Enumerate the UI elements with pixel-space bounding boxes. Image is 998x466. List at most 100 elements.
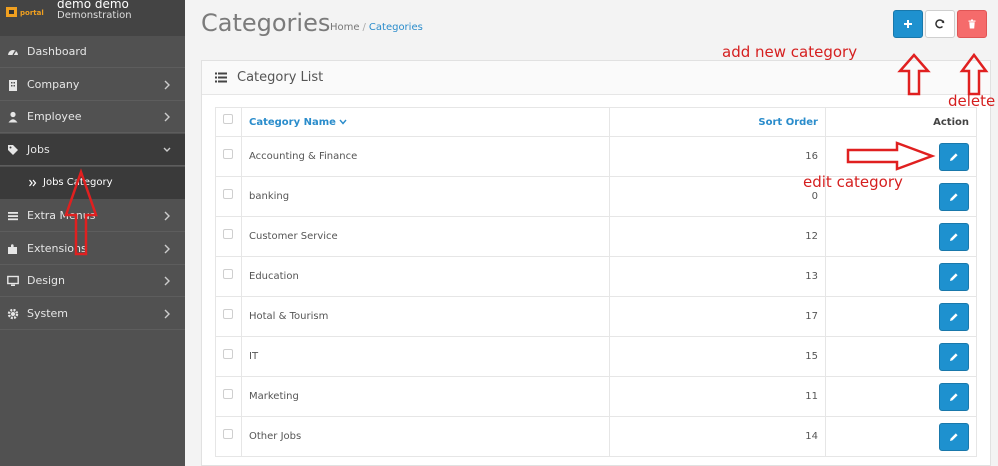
page-title: Categories [201, 9, 331, 37]
table-row: Accounting & Finance 16 [215, 136, 977, 177]
category-table: Category Name Sort Order Action Accounti… [215, 107, 977, 457]
plus-icon [904, 20, 912, 28]
building-icon [9, 80, 17, 91]
annotation-add-new-category: add new category [722, 43, 858, 61]
trash-icon [968, 19, 976, 29]
edit-category-button[interactable] [939, 302, 969, 331]
column-header-sort-order[interactable]: Sort Order [609, 107, 826, 137]
category-name-cell: Hotal & Tourism [241, 296, 610, 337]
refresh-icon [935, 19, 945, 29]
sort-order-cell: 11 [609, 376, 826, 417]
table-row: Marketing 11 [215, 376, 977, 417]
row-checkbox[interactable] [223, 428, 233, 439]
pencil-icon [950, 312, 958, 321]
list-icon [215, 72, 227, 83]
category-name-cell: Customer Service [241, 216, 610, 257]
row-select-cell [215, 256, 242, 297]
user-icon [8, 111, 18, 123]
row-checkbox[interactable] [223, 268, 233, 279]
table-row: Hotal & Tourism 17 [215, 296, 977, 337]
row-select-cell [215, 336, 242, 377]
sort-caret-icon [339, 119, 347, 125]
pencil-icon [950, 272, 958, 281]
sidebar-item-extra-menus[interactable]: Extra Menus [0, 200, 185, 232]
sidebar: portal demo demo Demonstration Dashboard… [0, 0, 185, 466]
chevron-right-icon [164, 211, 170, 221]
pencil-icon [950, 432, 958, 441]
row-checkbox[interactable] [223, 148, 233, 159]
annotation-delete: delete [948, 92, 996, 110]
sidebar-item-label: Design [27, 274, 65, 287]
edit-category-button[interactable] [939, 382, 969, 411]
chevron-right-icon [164, 80, 170, 90]
action-cell [825, 296, 977, 337]
row-select-cell [215, 216, 242, 257]
row-checkbox[interactable] [223, 188, 233, 199]
sidebar-item-jobs[interactable]: Jobs [0, 134, 185, 166]
panel-title: Category List [237, 70, 324, 85]
row-checkbox[interactable] [223, 308, 233, 319]
sort-order-cell: 12 [609, 216, 826, 257]
sidebar-item-system[interactable]: System [0, 298, 185, 330]
bars-icon [8, 212, 18, 221]
sidebar-item-label: Employee [27, 110, 82, 123]
desktop-icon [7, 275, 19, 286]
edit-category-button[interactable] [939, 422, 969, 451]
row-checkbox[interactable] [223, 228, 233, 239]
breadcrumb-categories-link[interactable]: Categories [369, 22, 423, 33]
delete-button[interactable] [957, 10, 987, 38]
action-cell [825, 256, 977, 297]
svg-text:portal: portal [20, 9, 44, 17]
row-select-cell [215, 296, 242, 337]
sidebar-item-label: Company [27, 78, 80, 91]
sort-order-cell: 16 [609, 136, 826, 177]
pencil-icon [950, 192, 958, 201]
sort-order-cell: 14 [609, 416, 826, 457]
action-cell [825, 416, 977, 457]
sidebar-subitem-jobs-category[interactable]: Jobs Category [0, 167, 185, 199]
add-category-button[interactable] [893, 10, 923, 38]
sidebar-item-label: Dashboard [27, 45, 87, 58]
double-chevron-right-icon [29, 179, 37, 187]
sort-order-cell: 17 [609, 296, 826, 337]
row-select-cell [215, 176, 242, 217]
table-row: IT 15 [215, 336, 977, 377]
sort-order-cell: 13 [609, 256, 826, 297]
select-all-checkbox[interactable] [223, 114, 233, 124]
row-select-cell [215, 416, 242, 457]
refresh-button[interactable] [925, 10, 955, 38]
pencil-icon [950, 152, 958, 161]
breadcrumb-home-link[interactable]: Home [330, 22, 360, 33]
user-role: Demonstration [57, 10, 132, 21]
sort-order-cell: 15 [609, 336, 826, 377]
category-name-cell: Education [241, 256, 610, 297]
sidebar-item-label: System [27, 307, 69, 320]
row-checkbox[interactable] [223, 348, 233, 359]
dashboard-icon [8, 50, 18, 56]
row-checkbox[interactable] [223, 388, 233, 399]
sidebar-subitem-label: Jobs Category [43, 177, 113, 188]
edit-category-button[interactable] [939, 342, 969, 371]
puzzle-icon [8, 244, 17, 254]
sidebar-item-company[interactable]: Company [0, 69, 185, 101]
sidebar-item-design[interactable]: Design [0, 265, 185, 297]
action-cell [825, 216, 977, 257]
column-header-category-name[interactable]: Category Name [241, 107, 610, 137]
sidebar-item-dashboard[interactable]: Dashboard [0, 36, 185, 68]
sidebar-item-extensions[interactable]: Extensions [0, 233, 185, 265]
edit-category-button[interactable] [939, 262, 969, 291]
edit-category-button[interactable] [939, 182, 969, 211]
category-list-panel: Category List Category Name Sort Order A… [201, 60, 991, 466]
pencil-icon [950, 392, 958, 401]
panel-heading: Category List [202, 61, 990, 95]
chevron-right-icon [164, 244, 170, 254]
edit-category-button[interactable] [939, 142, 969, 171]
table-row: Customer Service 12 [215, 216, 977, 257]
category-name-cell: IT [241, 336, 610, 377]
sidebar-item-employee[interactable]: Employee [0, 101, 185, 133]
chevron-down-icon [163, 147, 171, 152]
cog-icon [7, 308, 19, 320]
row-select-cell [215, 136, 242, 177]
chevron-right-icon [164, 276, 170, 286]
edit-category-button[interactable] [939, 222, 969, 251]
